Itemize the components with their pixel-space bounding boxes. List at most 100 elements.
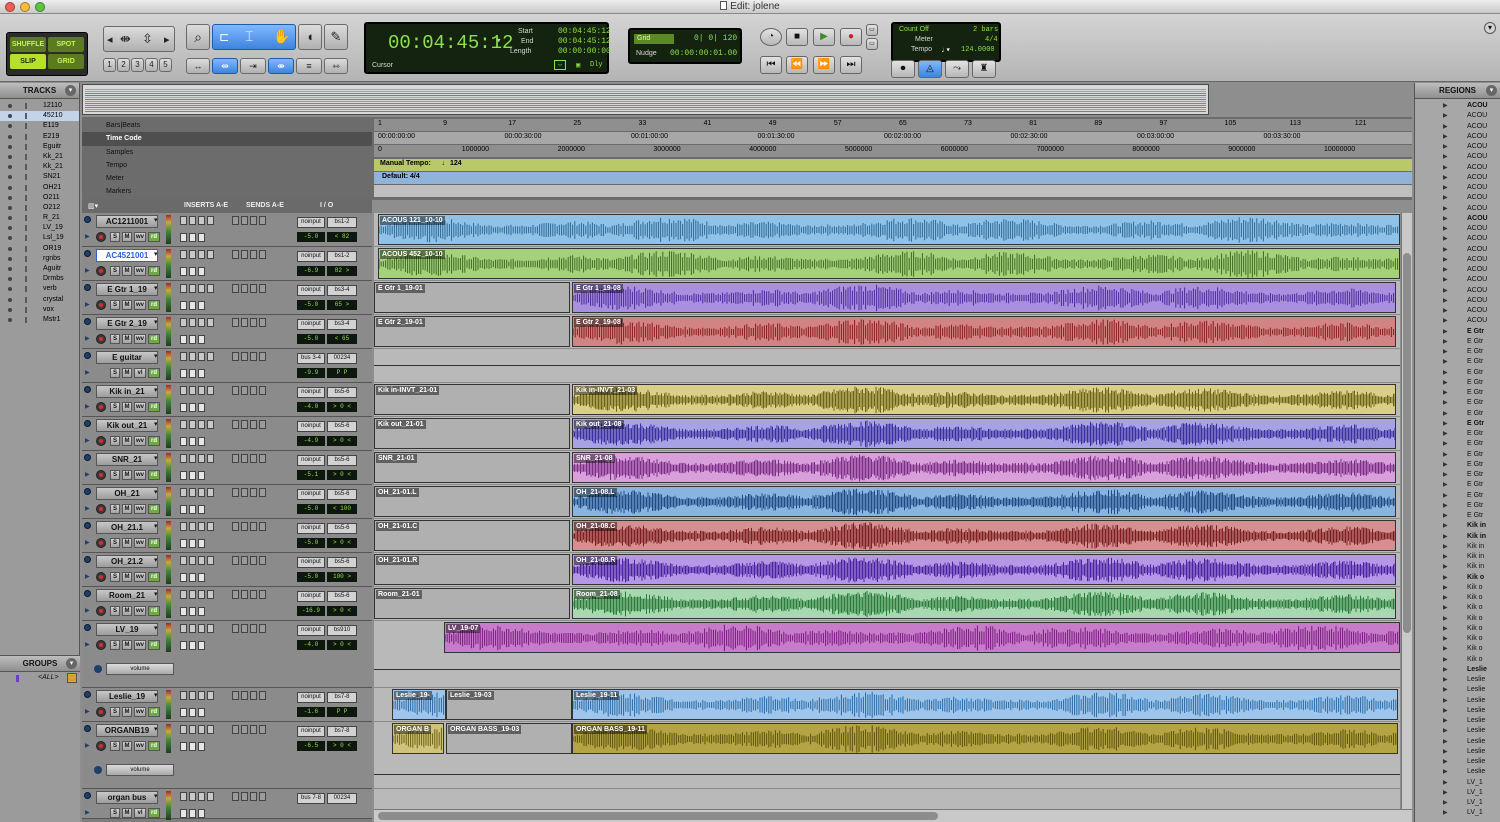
- region-list-item[interactable]: ACOU: [1415, 265, 1500, 275]
- insert-slot-active[interactable]: [189, 267, 196, 276]
- send-slot[interactable]: [241, 216, 248, 225]
- send-slot[interactable]: [250, 725, 257, 734]
- region-list-item[interactable]: ACOU: [1415, 316, 1500, 326]
- send-slot[interactable]: [250, 792, 257, 801]
- track-input-selector[interactable]: bus 7-8: [297, 793, 325, 804]
- insert-slot[interactable]: [189, 318, 196, 327]
- region-list-item[interactable]: E Gtr: [1415, 460, 1500, 470]
- automation-mode-button[interactable]: rd: [148, 640, 160, 650]
- track-playlist-lane[interactable]: OH_21-01.R OH_21-08.R: [374, 553, 1400, 587]
- region-list-item[interactable]: E Gtr: [1415, 378, 1500, 388]
- solo-button[interactable]: S: [110, 470, 120, 480]
- audio-clip[interactable]: SNR_21-08: [572, 452, 1396, 483]
- insert-slot[interactable]: [189, 250, 196, 259]
- track-input-selector[interactable]: bus 3-4: [297, 353, 325, 364]
- insert-slot-active[interactable]: [189, 369, 196, 378]
- track-input-selector[interactable]: noinput: [297, 387, 325, 398]
- timecode-ruler[interactable]: 00:00:00:00 00:00:30:00 00:01:00:00 00:01:3…: [374, 132, 1412, 145]
- region-list-item[interactable]: Kik in: [1415, 542, 1500, 552]
- audio-clip[interactable]: OH_21-08.R: [572, 554, 1396, 585]
- track-output-selector[interactable]: bs5-6: [327, 489, 357, 500]
- grid-mode-button[interactable]: GRID: [48, 54, 84, 69]
- ruler-name-bars[interactable]: Bars|Beats: [82, 119, 372, 132]
- volume-readout[interactable]: -9.9: [297, 368, 325, 378]
- track-name-menu-icon[interactable]: ▾: [154, 250, 158, 258]
- track-header[interactable]: ▶ AC4521001 ▾ S Mwv rd noinput bs1-2 -6.9 82 >: [82, 247, 372, 281]
- track-name-menu-icon[interactable]: ▾: [154, 284, 158, 292]
- track-select-icon[interactable]: [84, 386, 91, 393]
- insert-slot[interactable]: [198, 284, 205, 293]
- track-name-menu-icon[interactable]: ▾: [154, 488, 158, 496]
- solo-button[interactable]: S: [110, 266, 120, 276]
- pencil-tool-icon[interactable]: ✎: [324, 24, 348, 50]
- region-list-item[interactable]: E Gtr: [1415, 480, 1500, 490]
- track-playlist-lane[interactable]: E Gtr 1_19-01 E Gtr 1_19-08: [374, 281, 1400, 315]
- audio-clip[interactable]: LV_19-07: [444, 622, 1400, 653]
- grid-label[interactable]: Grid: [634, 34, 674, 44]
- insert-slot[interactable]: [180, 556, 187, 565]
- audio-clip[interactable]: ACOUS 452_10-10: [378, 248, 1400, 279]
- insert-slot[interactable]: [180, 590, 187, 599]
- pan-readout[interactable]: < 82: [327, 232, 357, 242]
- meter-marker-text[interactable]: Default: 4/4: [382, 173, 420, 180]
- insert-slot-active[interactable]: [198, 708, 205, 717]
- track-header[interactable]: ▶ Kik in_21 ▾ S Mwv rd noinput bs5-6 -4.0 > 0 <: [82, 383, 372, 417]
- volume-readout[interactable]: -5.1: [297, 470, 325, 480]
- pan-readout[interactable]: P P: [327, 368, 357, 378]
- track-name-menu-icon[interactable]: ▾: [154, 216, 158, 224]
- send-slot[interactable]: [259, 725, 266, 734]
- insert-slot[interactable]: [198, 590, 205, 599]
- track-expand-icon[interactable]: ▶: [85, 641, 90, 648]
- audio-clip[interactable]: ORGAN BASS_19-11: [572, 723, 1398, 754]
- audio-clip[interactable]: E Gtr 2_19-01: [374, 316, 570, 347]
- insert-slot[interactable]: [180, 318, 187, 327]
- insert-slot-active[interactable]: [180, 267, 187, 276]
- solo-button[interactable]: S: [110, 436, 120, 446]
- track-list-item[interactable]: Kk_21: [0, 152, 79, 162]
- insert-slot-active[interactable]: [198, 641, 205, 650]
- track-name-menu-icon[interactable]: ▾: [154, 454, 158, 462]
- track-select-icon[interactable]: [84, 318, 91, 325]
- track-select-icon[interactable]: [84, 624, 91, 631]
- region-list-item[interactable]: Leslie: [1415, 747, 1500, 757]
- track-list-item[interactable]: LV_19: [0, 223, 79, 233]
- track-header[interactable]: ▶ E Gtr 1_19 ▾ S Mwv rd noinput bs3-4 -5.0 65 >: [82, 281, 372, 315]
- send-slot[interactable]: [241, 590, 248, 599]
- region-list-item[interactable]: ACOU: [1415, 275, 1500, 285]
- send-slot[interactable]: [259, 352, 266, 361]
- track-expand-icon[interactable]: ▶: [85, 403, 90, 410]
- minimize-window-icon[interactable]: [20, 2, 30, 12]
- send-slot[interactable]: [250, 590, 257, 599]
- insert-slot-active[interactable]: [198, 369, 205, 378]
- region-list-item[interactable]: ACOU: [1415, 214, 1500, 224]
- track-playlist-lane[interactable]: Kik out_21-01 Kik out_21-08: [374, 417, 1400, 451]
- insert-slot[interactable]: [189, 352, 196, 361]
- region-list-item[interactable]: LV_1: [1415, 808, 1500, 818]
- insert-slot-active[interactable]: [198, 471, 205, 480]
- volume-automation-line[interactable]: [374, 669, 1400, 670]
- record-enable-button[interactable]: [96, 334, 106, 344]
- track-name[interactable]: Leslie_19: [96, 690, 158, 703]
- track-list-item[interactable]: O211: [0, 193, 79, 203]
- track-expand-icon[interactable]: ▶: [85, 233, 90, 240]
- insert-slot[interactable]: [207, 556, 214, 565]
- track-view-button[interactable]: wv: [134, 504, 146, 514]
- insert-slot[interactable]: [198, 691, 205, 700]
- send-slot[interactable]: [259, 522, 266, 531]
- insert-slot[interactable]: [180, 792, 187, 801]
- tempo-note-icon[interactable]: ♩▾: [941, 45, 951, 55]
- track-playlist-lane[interactable]: Kik in-INVT_21-01 Kik in-INVT_21-03: [374, 383, 1400, 417]
- track-input-selector[interactable]: noinput: [297, 489, 325, 500]
- track-playlist-lane[interactable]: SNR_21-01 SNR_21-08: [374, 451, 1400, 485]
- region-list-item[interactable]: E Gtr: [1415, 409, 1500, 419]
- pan-readout[interactable]: > 0 <: [327, 436, 357, 446]
- solo-button[interactable]: S: [110, 572, 120, 582]
- region-list-item[interactable]: Kik o: [1415, 583, 1500, 593]
- horizontal-zoom-icon[interactable]: ⇼: [120, 31, 131, 47]
- solo-button[interactable]: S: [110, 707, 120, 717]
- automation-mode-button[interactable]: rd: [148, 300, 160, 310]
- zoom-out-icon[interactable]: ◂: [107, 33, 113, 46]
- track-input-selector[interactable]: noinput: [297, 455, 325, 466]
- record-enable-button[interactable]: [96, 741, 106, 751]
- insert-slot[interactable]: [207, 250, 214, 259]
